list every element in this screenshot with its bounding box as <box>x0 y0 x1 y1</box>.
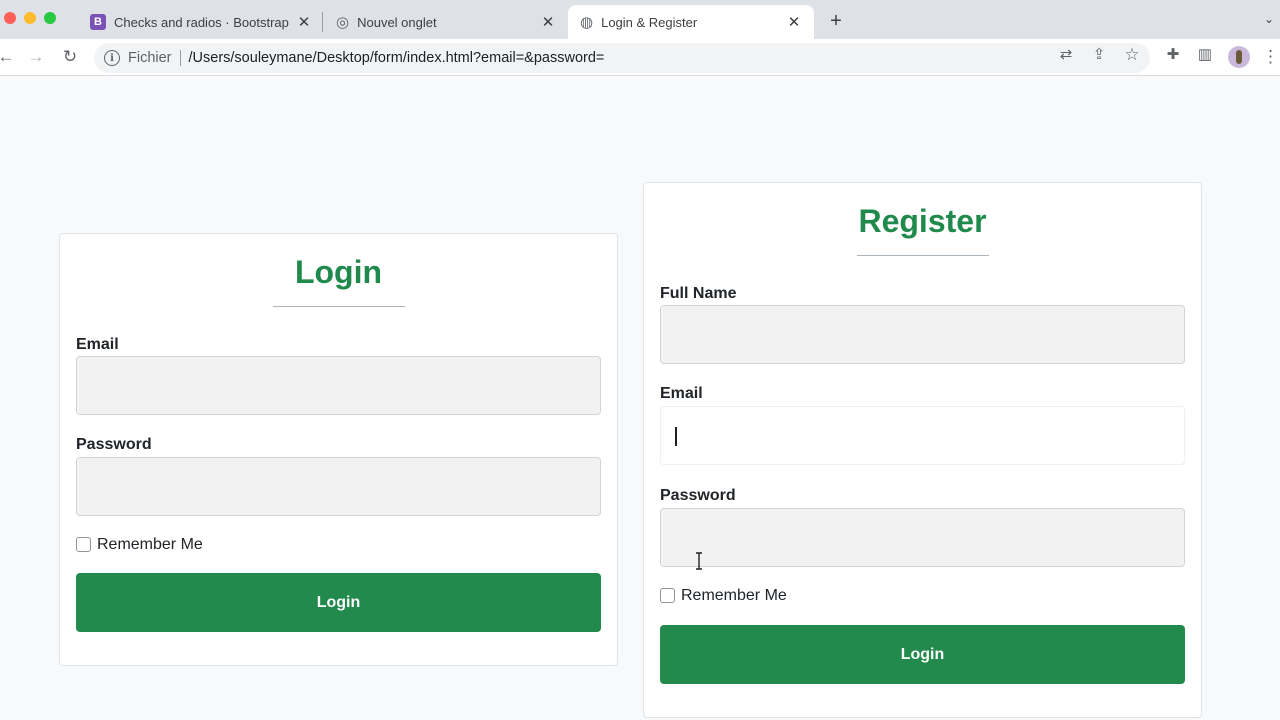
site-info-icon[interactable]: i <box>104 50 120 66</box>
register-remember-checkbox[interactable] <box>660 588 675 603</box>
text-cursor-icon <box>696 552 702 570</box>
bootstrap-icon: B <box>90 14 106 30</box>
tab-title: Login & Register <box>601 14 698 30</box>
back-icon[interactable]: ← <box>0 47 16 67</box>
profile-avatar[interactable] <box>1228 46 1250 68</box>
close-tab-icon[interactable]: ✕ <box>786 13 802 31</box>
address-bar[interactable]: i Fichier /Users/souleymane/Desktop/form… <box>94 43 1150 73</box>
share-icon[interactable]: ⇪ <box>1089 45 1109 63</box>
window-minimize-button[interactable] <box>24 12 36 24</box>
register-fullname-label: Full Name <box>660 285 737 302</box>
register-email-input[interactable] <box>660 406 1185 465</box>
register-remember-label[interactable]: Remember Me <box>681 587 787 605</box>
login-title: Login <box>294 254 383 290</box>
login-remember-checkbox[interactable] <box>76 537 91 552</box>
tab-search-icon[interactable]: ⌄ <box>1264 12 1274 26</box>
url-text[interactable]: /Users/souleymane/Desktop/form/index.htm… <box>189 50 605 66</box>
tab-separator <box>322 12 323 32</box>
close-tab-icon[interactable]: ✕ <box>540 13 556 31</box>
text-caret <box>675 427 677 446</box>
url-scheme: Fichier <box>128 50 172 66</box>
login-card: Login Email Password Remember Me Login <box>59 233 618 666</box>
register-title: Register <box>858 203 987 239</box>
tab-new-tab[interactable]: ◎ Nouvel onglet ✕ <box>324 5 568 39</box>
register-email-label: Email <box>660 385 703 402</box>
register-card: Register Full Name Email Password Rememb… <box>643 182 1202 718</box>
window-close-button[interactable] <box>4 12 16 24</box>
globe-icon: ◍ <box>580 14 594 31</box>
title-divider <box>273 306 405 307</box>
side-panel-icon[interactable]: ▥ <box>1195 45 1215 63</box>
menu-icon[interactable]: ⋮ <box>1262 47 1279 67</box>
tab-login-register[interactable]: ◍ Login & Register ✕ <box>568 5 814 39</box>
reload-icon[interactable]: ↻ <box>60 47 80 67</box>
register-password-input[interactable] <box>660 508 1185 567</box>
address-separator <box>179 50 181 66</box>
tab-bootstrap[interactable]: B Checks and radios · Bootstrap ✕ <box>78 5 324 39</box>
register-submit-button[interactable]: Login <box>660 625 1185 684</box>
translate-icon[interactable]: ⇄ <box>1056 45 1076 63</box>
extensions-icon[interactable]: ✚ <box>1163 45 1183 63</box>
login-password-label: Password <box>76 436 152 453</box>
forward-icon[interactable]: → <box>26 47 46 67</box>
close-tab-icon[interactable]: ✕ <box>296 13 312 31</box>
new-tab-button[interactable]: + <box>826 10 846 33</box>
login-password-input[interactable] <box>76 457 601 516</box>
login-submit-button[interactable]: Login <box>76 573 601 632</box>
login-remember-label[interactable]: Remember Me <box>97 536 203 554</box>
tab-title: Nouvel onglet <box>357 14 437 30</box>
chrome-icon: ◎ <box>336 14 350 31</box>
register-fullname-input[interactable] <box>660 305 1185 364</box>
browser-tab-bar: B Checks and radios · Bootstrap ✕ ◎ Nouv… <box>0 0 1280 39</box>
browser-toolbar: ← → ↻ i Fichier /Users/souleymane/Deskto… <box>0 39 1280 76</box>
register-password-label: Password <box>660 487 736 504</box>
login-email-input[interactable] <box>76 356 601 415</box>
window-zoom-button[interactable] <box>44 12 56 24</box>
login-email-label: Email <box>76 336 119 353</box>
bookmark-star-icon[interactable]: ☆ <box>1122 45 1142 65</box>
title-divider <box>857 255 989 256</box>
tab-title: Checks and radios · Bootstrap <box>114 14 289 30</box>
